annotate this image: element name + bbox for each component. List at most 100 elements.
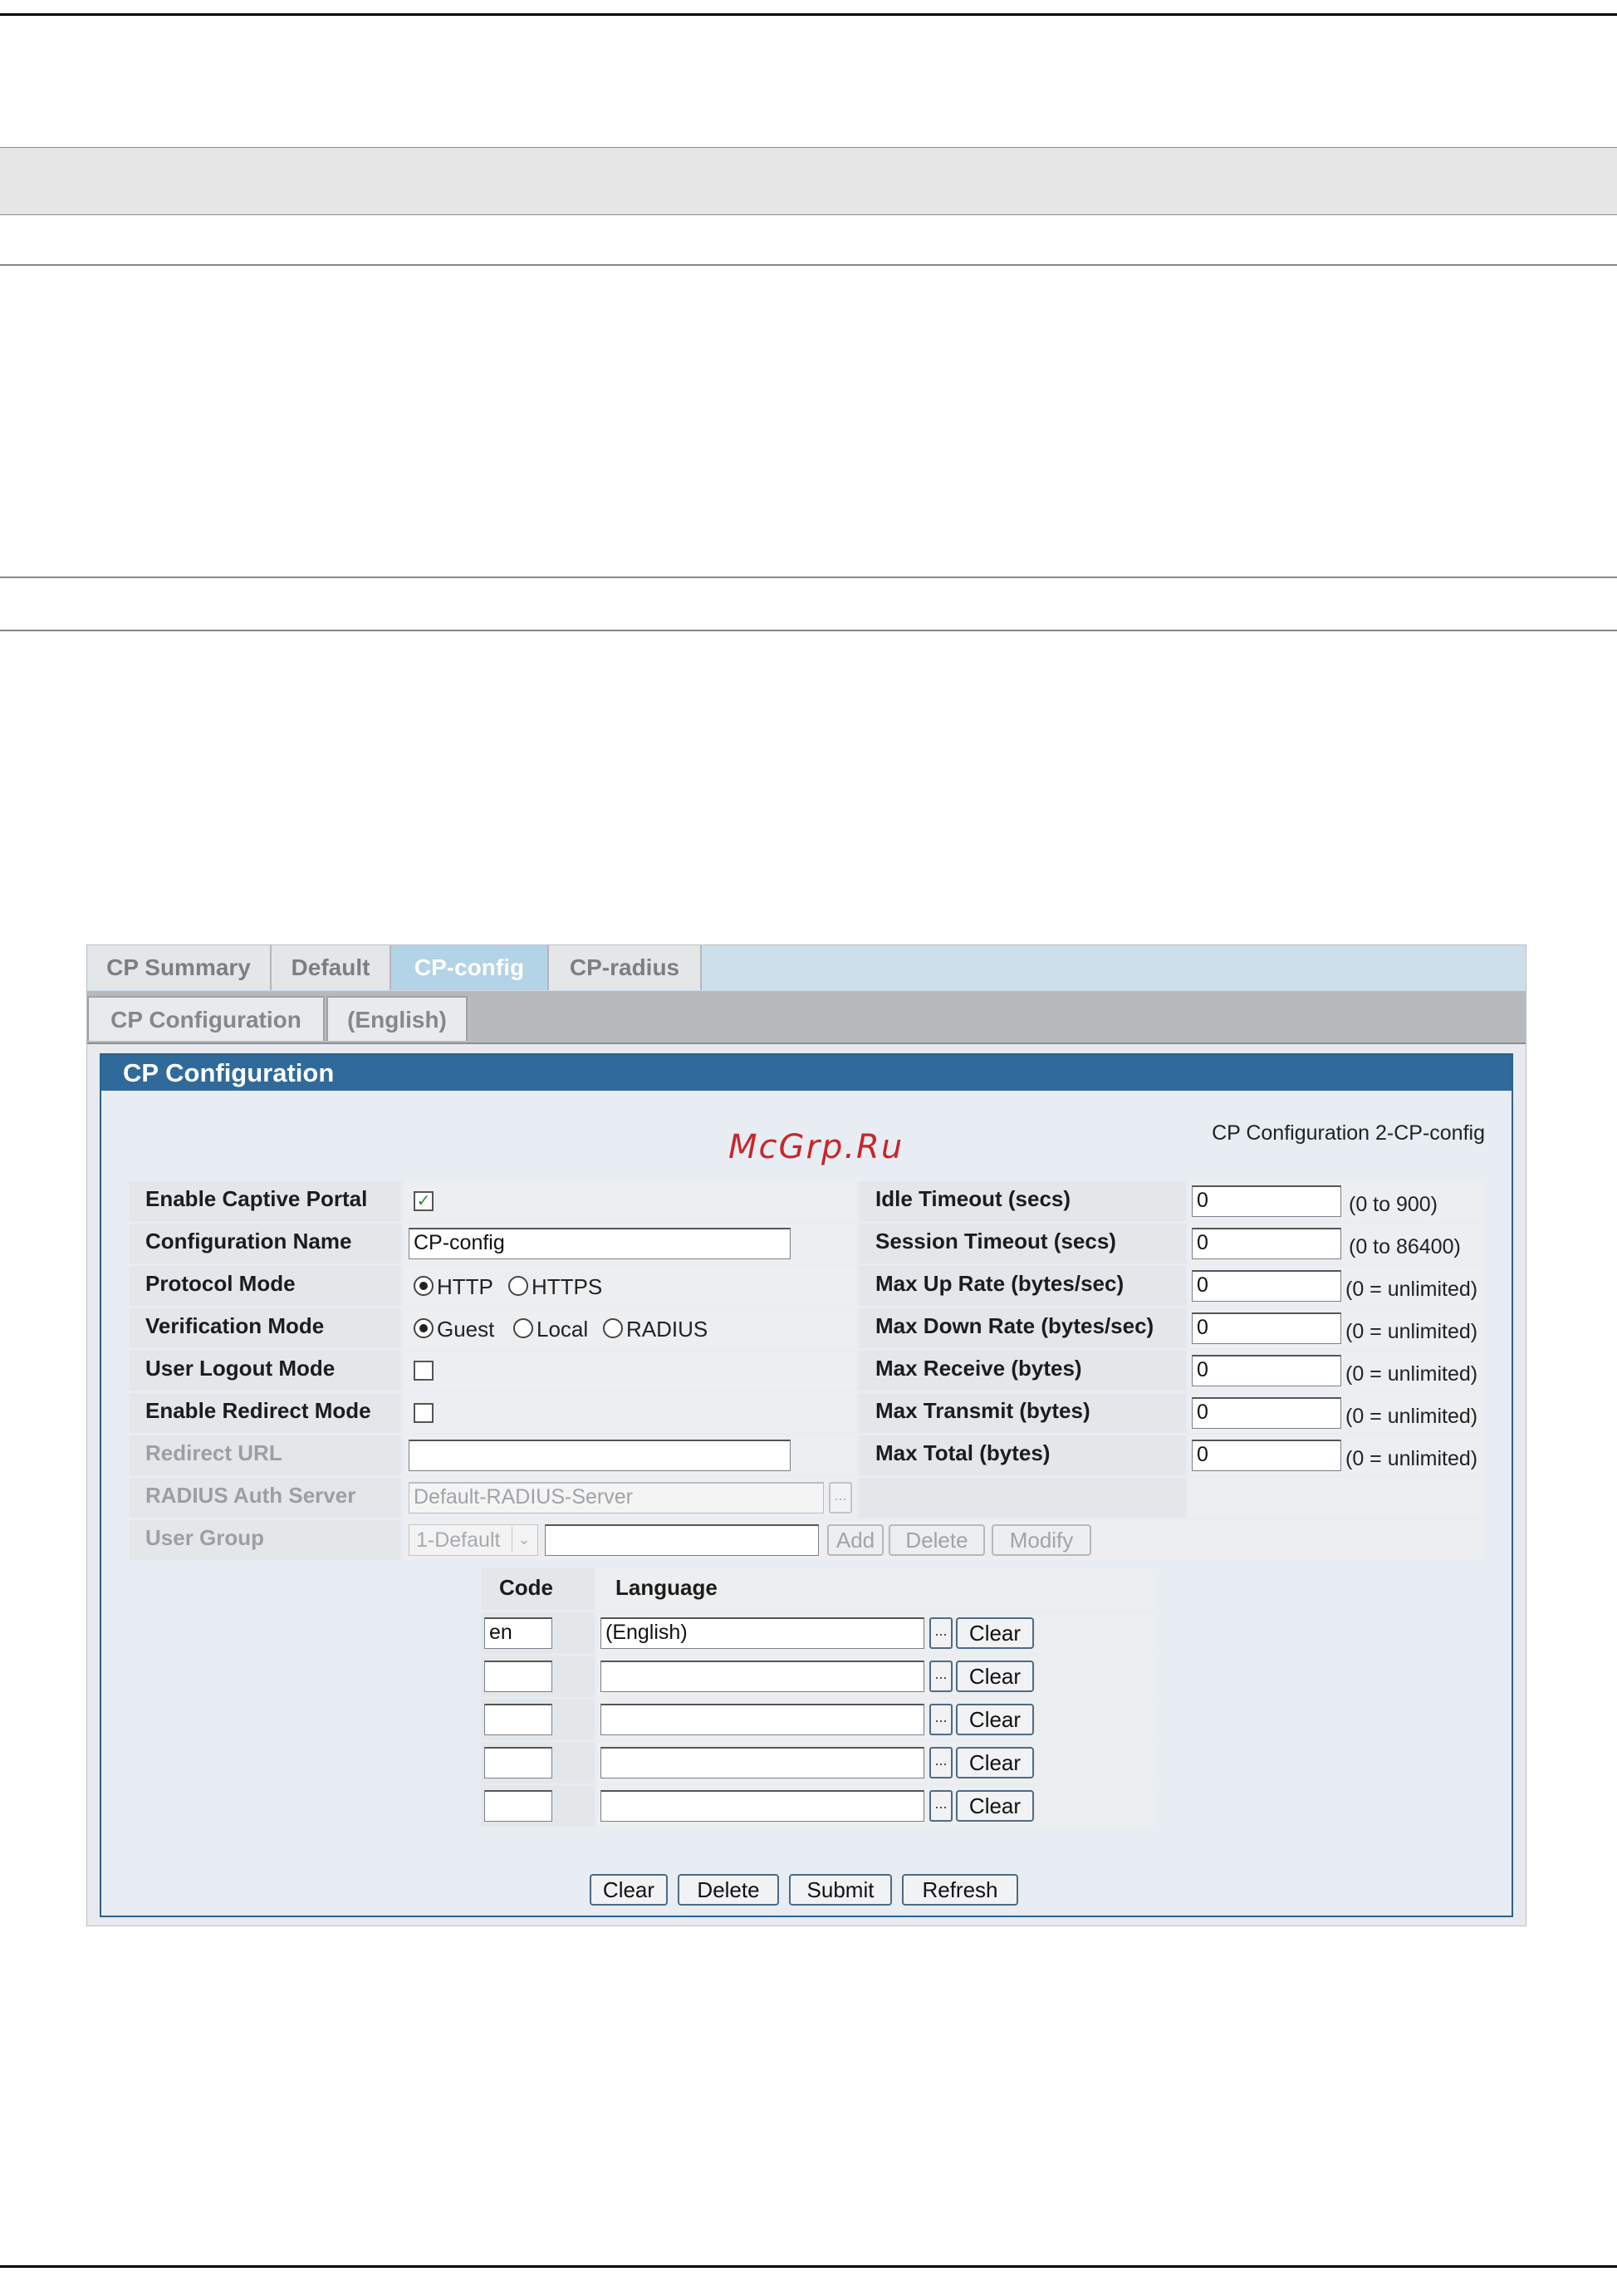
code-column-header: Code	[499, 1575, 553, 1600]
config-caption: CP Configuration 2-CP-config	[1212, 1121, 1485, 1145]
clear-button[interactable]: Clear	[590, 1874, 668, 1906]
tab-cp-radius[interactable]: CP-radius	[549, 945, 702, 990]
language-browse-button[interactable]: ...	[929, 1747, 953, 1778]
modify-group-button[interactable]: Modify	[992, 1524, 1091, 1556]
divider	[0, 264, 1617, 266]
user-group-input[interactable]	[545, 1524, 819, 1556]
verification-mode-label: Verification Mode	[145, 1313, 325, 1338]
verification-radius-radio[interactable]	[603, 1318, 623, 1338]
language-code-input[interactable]	[484, 1747, 552, 1778]
language-row: ... Clear	[481, 1785, 1154, 1827]
idle-timeout-input[interactable]: 0	[1192, 1185, 1341, 1217]
protocol-mode-label: Protocol Mode	[145, 1271, 296, 1296]
tab-default[interactable]: Default	[272, 945, 391, 990]
chevron-down-icon: ⌄	[512, 1527, 536, 1552]
user-logout-mode-label: User Logout Mode	[145, 1356, 336, 1381]
delete-group-button[interactable]: Delete	[889, 1524, 985, 1556]
language-clear-button[interactable]: Clear	[956, 1747, 1034, 1778]
language-clear-button[interactable]: Clear	[956, 1790, 1034, 1822]
language-row: ... Clear	[481, 1656, 1154, 1697]
protocol-http-label: HTTP	[437, 1274, 493, 1299]
max-down-rate-input[interactable]: 0	[1192, 1312, 1341, 1344]
max-transmit-label: Max Transmit (bytes)	[875, 1398, 1090, 1423]
radius-auth-server-label: RADIUS Auth Server	[145, 1483, 356, 1508]
language-name-input[interactable]	[600, 1704, 924, 1735]
delete-button[interactable]: Delete	[678, 1874, 779, 1906]
language-clear-button[interactable]: Clear	[956, 1617, 1034, 1649]
max-down-rate-hint: (0 = unlimited)	[1345, 1320, 1478, 1343]
language-name-input[interactable]: (English)	[600, 1617, 924, 1649]
language-browse-button[interactable]: ...	[929, 1704, 953, 1735]
tab-bar: CP Summary Default CP-config CP-radius	[87, 945, 1526, 992]
protocol-http-radio[interactable]	[414, 1276, 434, 1296]
language-code-input[interactable]	[484, 1790, 552, 1822]
verification-guest-radio[interactable]	[414, 1318, 434, 1338]
language-clear-button[interactable]: Clear	[956, 1661, 1034, 1692]
redirect-url-label: Redirect URL	[145, 1440, 282, 1465]
language-browse-button[interactable]: ...	[929, 1661, 953, 1692]
cp-configuration-panel: CP Configuration CP Configuration 2-CP-c…	[100, 1053, 1513, 1917]
max-receive-input[interactable]: 0	[1192, 1355, 1341, 1386]
header-band	[0, 147, 1617, 215]
verification-local-radio[interactable]	[513, 1318, 533, 1338]
redirect-url-input[interactable]	[409, 1440, 791, 1471]
session-timeout-input[interactable]: 0	[1192, 1228, 1341, 1259]
protocol-https-radio[interactable]	[508, 1276, 528, 1296]
radius-browse-button[interactable]: ...	[829, 1482, 852, 1513]
language-name-input[interactable]	[600, 1790, 924, 1822]
language-table-header: Code Language	[481, 1568, 1154, 1610]
tab-cp-summary[interactable]: CP Summary	[87, 945, 272, 990]
max-transmit-input[interactable]: 0	[1192, 1397, 1341, 1429]
max-up-rate-hint: (0 = unlimited)	[1345, 1278, 1478, 1301]
user-logout-mode-checkbox[interactable]	[414, 1361, 434, 1381]
language-code-input[interactable]	[484, 1704, 552, 1735]
language-browse-button[interactable]: ...	[929, 1617, 953, 1649]
form-row: RADIUS Auth Server Default-RADIUS-Server…	[129, 1478, 1484, 1518]
language-name-input[interactable]	[600, 1747, 924, 1778]
max-up-rate-input[interactable]: 0	[1192, 1270, 1341, 1302]
verification-radius-label: RADIUS	[626, 1317, 708, 1342]
language-browse-button[interactable]: ...	[929, 1790, 953, 1822]
user-group-select[interactable]: 1-Default ⌄	[409, 1524, 538, 1556]
max-receive-label: Max Receive (bytes)	[875, 1356, 1082, 1381]
refresh-button[interactable]: Refresh	[902, 1874, 1018, 1906]
cp-configuration-screenshot: CP Summary Default CP-config CP-radius C…	[86, 944, 1526, 1926]
bottom-rule	[0, 2265, 1617, 2268]
max-receive-hint: (0 = unlimited)	[1345, 1362, 1478, 1386]
verification-guest-label: Guest	[437, 1317, 495, 1342]
language-name-input[interactable]	[600, 1661, 924, 1692]
form-row: User Logout Mode Max Receive (bytes) 0 (…	[129, 1351, 1484, 1391]
divider	[0, 630, 1617, 631]
tab-cp-config[interactable]: CP-config	[391, 945, 549, 990]
language-column-header: Language	[615, 1575, 718, 1600]
enable-captive-portal-label: Enable Captive Portal	[145, 1186, 368, 1211]
max-up-rate-label: Max Up Rate (bytes/sec)	[875, 1271, 1125, 1296]
submit-button[interactable]: Submit	[789, 1874, 892, 1906]
enable-redirect-mode-checkbox[interactable]	[414, 1403, 434, 1423]
add-group-button[interactable]: Add	[827, 1524, 884, 1556]
form-row: Redirect URL Max Total (bytes) 0 (0 = un…	[129, 1435, 1484, 1475]
panel-title: CP Configuration	[101, 1055, 1512, 1091]
language-code-input[interactable]	[484, 1661, 552, 1692]
language-clear-button[interactable]: Clear	[956, 1704, 1034, 1735]
subtab-english[interactable]: (English)	[326, 996, 468, 1041]
enable-redirect-mode-label: Enable Redirect Mode	[145, 1398, 371, 1423]
top-rule	[0, 13, 1617, 16]
max-total-hint: (0 = unlimited)	[1345, 1447, 1478, 1470]
form-row: Protocol Mode HTTP HTTPS Max Up Rate (by…	[129, 1266, 1484, 1306]
enable-captive-portal-checkbox[interactable]: ✓	[414, 1191, 434, 1211]
language-row: ... Clear	[481, 1699, 1154, 1740]
radius-auth-server-input[interactable]: Default-RADIUS-Server	[409, 1482, 824, 1513]
protocol-https-label: HTTPS	[532, 1274, 603, 1299]
idle-timeout-hint: (0 to 900)	[1349, 1193, 1438, 1216]
language-row: en (English) ... Clear	[481, 1612, 1154, 1654]
configuration-name-input[interactable]: CP-config	[409, 1228, 791, 1259]
subtab-cp-configuration[interactable]: CP Configuration	[87, 996, 325, 1041]
form-row: Enable Captive Portal ✓ Idle Timeout (se…	[129, 1181, 1484, 1221]
language-code-input[interactable]: en	[484, 1617, 552, 1649]
max-total-label: Max Total (bytes)	[875, 1440, 1051, 1465]
divider	[0, 576, 1617, 578]
max-total-input[interactable]: 0	[1192, 1440, 1341, 1471]
form-row: Configuration Name CP-config Session Tim…	[129, 1224, 1484, 1263]
form-row: Verification Mode Guest Local RADIUS Max…	[129, 1308, 1484, 1348]
